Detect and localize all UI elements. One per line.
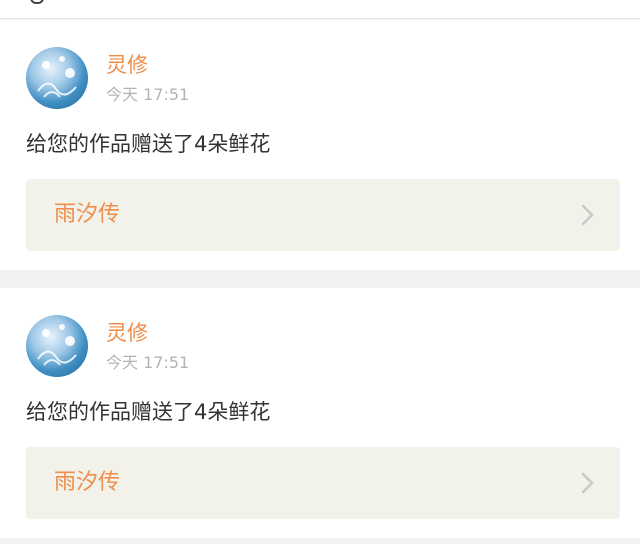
partial-icon xyxy=(30,0,44,4)
top-bar-partial xyxy=(0,0,640,19)
user-name[interactable]: 灵修 xyxy=(106,320,148,346)
notification-message: 给您的作品赠送了4朵鲜花 xyxy=(26,400,271,424)
notification-message: 给您的作品赠送了4朵鲜花 xyxy=(26,132,271,156)
timestamp: 今天 17:51 xyxy=(106,353,190,372)
avatar[interactable] xyxy=(26,315,88,377)
timestamp: 今天 17:51 xyxy=(106,85,190,104)
notification-card: 灵修 今天 17:51 给您的作品赠送了4朵鲜花 雨汐传 xyxy=(0,288,640,538)
chevron-right-icon xyxy=(581,472,594,494)
avatar[interactable] xyxy=(26,47,88,109)
work-title: 雨汐传 xyxy=(54,470,121,495)
work-link[interactable]: 雨汐传 xyxy=(26,447,620,519)
work-title: 雨汐传 xyxy=(54,202,121,227)
notification-card: 灵修 今天 17:51 给您的作品赠送了4朵鲜花 雨汐传 xyxy=(0,20,640,270)
work-link[interactable]: 雨汐传 xyxy=(26,179,620,251)
chevron-right-icon xyxy=(581,204,594,226)
user-name[interactable]: 灵修 xyxy=(106,52,148,78)
